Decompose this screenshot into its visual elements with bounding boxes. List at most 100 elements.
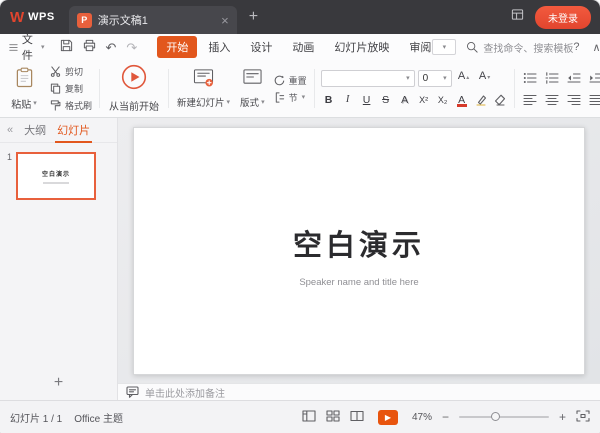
tab-insert[interactable]: 插入 (199, 36, 239, 58)
new-slide-button[interactable]: 新建幻灯片 ▾ (172, 68, 235, 109)
reset-button[interactable]: 重置 (274, 74, 307, 87)
align-left-icon (523, 94, 537, 105)
collapse-ribbon-icon[interactable]: ∧ (592, 41, 600, 54)
collapse-panel-icon[interactable]: « (7, 124, 13, 136)
redo-icon[interactable]: ↷ (126, 41, 137, 54)
superscript-button[interactable]: X² (416, 92, 432, 108)
reading-view-button[interactable] (350, 410, 364, 425)
layout-button[interactable]: 版式 ▾ (235, 68, 270, 109)
section-button[interactable]: 节 ▾ (274, 91, 307, 104)
notes-bar[interactable]: 单击此处添加备注 (118, 383, 600, 400)
increase-indent-button[interactable] (587, 69, 600, 86)
play-from-current-button[interactable]: 从当前开始 (103, 60, 165, 117)
slide-subtitle[interactable]: Speaker name and title here (299, 277, 418, 288)
italic-button[interactable]: I (340, 92, 356, 108)
align-center-button[interactable] (543, 91, 562, 108)
cut-button[interactable]: 剪切 (50, 65, 92, 78)
menubar-right: ? ∧ (573, 41, 600, 54)
save-icon[interactable] (60, 39, 73, 55)
copy-icon (50, 83, 61, 94)
section-label: 节 (288, 92, 298, 103)
slide-title[interactable]: 空白演示 (293, 222, 425, 264)
new-tab-button[interactable]: + (249, 9, 258, 25)
presentation-file-icon: P (76, 12, 92, 28)
strikethrough-button[interactable]: S (378, 92, 394, 108)
caret-down-icon: ▾ (443, 75, 447, 82)
caret-down-icon: ▾ (261, 99, 265, 106)
bullet-list-button[interactable] (521, 69, 540, 86)
scissors-icon (50, 66, 61, 77)
section-icon (275, 91, 284, 103)
separator (168, 69, 170, 108)
help-icon[interactable]: ? (573, 41, 579, 53)
eraser-icon (494, 94, 505, 106)
command-search[interactable]: 查找命令、搜索模板 (466, 40, 573, 55)
justify-button[interactable] (587, 91, 600, 108)
wps-logo[interactable]: W WPS (0, 9, 63, 26)
file-menu-label: 文件 (21, 34, 33, 62)
undo-icon[interactable]: ↶ (106, 41, 117, 54)
paste-label: 粘贴 (11, 99, 32, 111)
text-shadow-button[interactable]: A (397, 92, 413, 108)
thumbnail-title: 空白演示 (42, 171, 71, 178)
format-painter-button[interactable]: 格式刷 (50, 99, 92, 112)
collapsed-dropdown[interactable]: ▾ (432, 39, 457, 55)
add-slide-button[interactable]: + (0, 374, 117, 392)
slide-thumbnail[interactable]: 空白演示 (16, 152, 97, 200)
highlight-marker-icon (476, 94, 486, 106)
separator (313, 69, 315, 108)
quick-access-toolbar: ↶ ↷ (52, 39, 146, 55)
decrease-font-size-button[interactable]: A ▾ (476, 70, 494, 87)
highlight-color-button[interactable] (473, 92, 489, 108)
slide-canvas[interactable]: 空白演示 Speaker name and title here (118, 118, 600, 383)
bold-button[interactable]: B (321, 92, 337, 108)
menubar: 文件 ▾ ↶ ↷ 开始 插入 设计 动画 幻灯片放映 审阅 ▾ 查找命令、搜索模… (0, 31, 600, 63)
tab-slideshow[interactable]: 幻灯片放映 (325, 36, 398, 58)
close-tab-icon[interactable]: × (221, 14, 229, 27)
normal-view-button[interactable] (302, 409, 316, 425)
zoom-slider[interactable] (458, 412, 549, 421)
font-size-combobox[interactable]: 0 ▾ (417, 69, 452, 87)
titlebar: W WPS P 演示文稿1 × + 未登录 (0, 0, 600, 34)
copy-button[interactable]: 复制 (50, 82, 92, 95)
window-layout-icon[interactable] (511, 8, 524, 26)
zoom-slider-knob[interactable] (491, 412, 501, 421)
paste-button[interactable]: 粘贴 ▾ (2, 60, 46, 117)
subscript-button[interactable]: X₂ (435, 92, 451, 108)
underline-button[interactable]: U (359, 92, 375, 108)
play-circle-icon (121, 64, 147, 95)
copy-label: 复制 (65, 84, 84, 94)
theme-name[interactable]: Office 主题 (74, 410, 123, 425)
zoom-percent[interactable]: 47% (412, 412, 432, 423)
tab-home[interactable]: 开始 (157, 36, 198, 58)
tab-slides[interactable]: 幻灯片 (55, 118, 93, 143)
notes-icon (126, 386, 139, 398)
slide[interactable]: 空白演示 Speaker name and title here (133, 126, 585, 375)
numbered-list-button[interactable] (543, 69, 562, 86)
slideshow-play-button[interactable]: ▶ (377, 409, 398, 425)
align-right-button[interactable] (565, 91, 584, 108)
zoom-in-button[interactable]: + (559, 410, 566, 424)
tab-animation[interactable]: 动画 (283, 36, 323, 58)
caret-down-icon: ▾ (41, 44, 45, 51)
clear-format-button[interactable] (492, 92, 508, 108)
increase-font-size-button[interactable]: A ▴ (455, 70, 473, 87)
slide-sorter-view-button[interactable] (326, 409, 340, 425)
document-tab[interactable]: P 演示文稿1 × (68, 6, 237, 34)
font-color-button[interactable]: A (454, 92, 470, 108)
fit-window-button[interactable] (576, 409, 590, 425)
tab-outline[interactable]: 大纲 (24, 118, 46, 142)
panel-tabs: « 大纲 幻灯片 (0, 118, 117, 143)
login-button[interactable]: 未登录 (535, 5, 591, 29)
print-icon[interactable] (83, 39, 96, 55)
justify-icon (589, 94, 600, 105)
reset-section-group: 重置 节 ▾ (270, 74, 311, 104)
tab-design[interactable]: 设计 (241, 36, 281, 58)
document-title: 演示文稿1 (97, 15, 148, 27)
reading-view-icon (350, 410, 364, 421)
decrease-indent-button[interactable] (565, 69, 584, 86)
font-family-combobox[interactable]: ▾ (320, 69, 415, 87)
file-menu-button[interactable]: 文件 ▾ (0, 31, 52, 63)
align-left-button[interactable] (521, 91, 540, 108)
zoom-out-button[interactable]: − (442, 410, 449, 424)
